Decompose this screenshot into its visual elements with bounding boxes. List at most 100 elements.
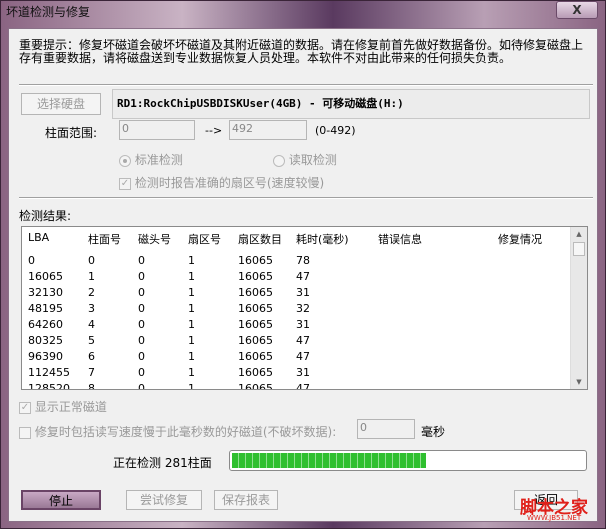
table-cell: 47 — [296, 350, 310, 363]
table-cell: 0 — [138, 334, 145, 347]
range-label: 柱面范围: — [45, 126, 98, 140]
table-cell: 1 — [88, 270, 95, 283]
column-header[interactable]: 耗时(毫秒) — [296, 231, 349, 247]
stop-button[interactable]: 停止 — [21, 490, 101, 510]
table-cell: 0 — [138, 366, 145, 379]
check-icon: ✓ — [119, 177, 131, 190]
table-cell: 1 — [188, 334, 195, 347]
table-cell: 0 — [28, 254, 35, 267]
divider — [19, 197, 593, 199]
exact-sector-checkbox[interactable]: ✓ 检测时报告准确的扇区号(速度较慢) — [119, 174, 324, 191]
range-from-input[interactable]: 0 — [119, 120, 195, 140]
range-to-input[interactable]: 492 — [229, 120, 307, 140]
select-disk-button[interactable]: 选择硬盘 — [21, 93, 101, 115]
table-cell: 78 — [296, 254, 310, 267]
save-report-button[interactable]: 保存报表 — [214, 490, 278, 510]
column-header[interactable]: LBA — [28, 231, 49, 244]
table-cell: 3 — [88, 302, 95, 315]
table-cell: 47 — [296, 270, 310, 283]
table-cell: 16065 — [238, 254, 273, 267]
watermark-url: WWW.JB51.NET — [527, 514, 582, 522]
table-cell: 80325 — [28, 334, 63, 347]
table-cell: 2 — [88, 286, 95, 299]
exact-sector-label: 检测时报告准确的扇区号(速度较慢) — [134, 176, 325, 190]
column-header[interactable]: 扇区号 — [188, 231, 221, 247]
table-cell: 0 — [138, 302, 145, 315]
scrollbar[interactable]: ▲ ▼ — [570, 227, 587, 389]
table-cell: 16065 — [238, 286, 273, 299]
ms-unit: 毫秒 — [421, 425, 446, 439]
table-cell: 16065 — [238, 270, 273, 283]
column-header[interactable]: 磁头号 — [138, 231, 171, 247]
results-label: 检测结果: — [19, 209, 72, 223]
table-cell: 48195 — [28, 302, 63, 315]
table-cell: 16065 — [28, 270, 63, 283]
table-cell: 0 — [138, 318, 145, 331]
radio-icon — [119, 154, 131, 167]
table-cell: 31 — [296, 286, 310, 299]
show-normal-checkbox[interactable]: ✓ 显示正常磁道 — [19, 398, 107, 415]
table-cell: 0 — [138, 350, 145, 363]
range-hint: (0-492) — [315, 124, 356, 137]
radio-read-label: 读取检测 — [288, 153, 337, 167]
table-cell: 1 — [188, 286, 195, 299]
scroll-up-icon[interactable]: ▲ — [571, 230, 587, 238]
column-header[interactable]: 柱面号 — [88, 231, 121, 247]
table-cell: 1 — [188, 270, 195, 283]
close-button[interactable]: X — [556, 1, 598, 19]
table-cell: 16065 — [238, 382, 273, 390]
table-cell: 96390 — [28, 350, 63, 363]
table-cell: 16065 — [238, 318, 273, 331]
table-cell: 32 — [296, 302, 310, 315]
range-arrow: --> — [205, 124, 223, 137]
table-cell: 16065 — [238, 350, 273, 363]
table-cell: 16065 — [238, 366, 273, 379]
table-cell: 7 — [88, 366, 95, 379]
table-cell: 47 — [296, 334, 310, 347]
table-cell: 0 — [138, 286, 145, 299]
results-list[interactable]: LBA 柱面号 磁头号 扇区号 扇区数目 耗时(毫秒) 错误信息 修复情况 0 0 0 1 16065… — [21, 226, 588, 390]
table-cell: 64260 — [28, 318, 63, 331]
include-slow-checkbox[interactable]: 修复时包括读写速度慢于此毫秒数的好磁道(不破坏数据): — [19, 423, 336, 440]
include-slow-label: 修复时包括读写速度慢于此毫秒数的好磁道(不破坏数据): — [34, 425, 337, 439]
progress-status: 正在检测 281柱面 — [113, 456, 212, 470]
table-cell: 16065 — [238, 334, 273, 347]
table-cell: 1 — [188, 302, 195, 315]
table-cell: 31 — [296, 366, 310, 379]
column-header[interactable]: 修复情况 — [498, 231, 542, 247]
column-header[interactable]: 扇区数目 — [238, 231, 282, 247]
checkbox-box — [19, 426, 31, 439]
table-cell: 1 — [188, 318, 195, 331]
table-cell: 112455 — [28, 366, 70, 379]
table-cell: 6 — [88, 350, 95, 363]
table-cell: 32130 — [28, 286, 63, 299]
table-cell: 5 — [88, 334, 95, 347]
try-repair-button[interactable]: 尝试修复 — [126, 490, 202, 510]
table-cell: 47 — [296, 382, 310, 390]
progress-fill — [232, 453, 426, 468]
radio-standard[interactable]: 标准检测 — [119, 151, 183, 168]
table-cell: 1 — [188, 382, 195, 390]
warning-notice: 重要提示：修复坏磁道会破坏坏磁道及其附近磁道的数据。请在修复前首先做好数据备份。… — [19, 38, 584, 65]
selected-disk: RD1:RockChipUSBDISKUser(4GB) - 可移动磁盘(H:) — [112, 89, 590, 119]
window-title: 坏道检测与修复 — [6, 5, 91, 19]
table-cell: 0 — [138, 254, 145, 267]
table-cell: 0 — [138, 270, 145, 283]
table-cell: 0 — [138, 382, 145, 390]
table-cell: 1 — [188, 254, 195, 267]
progress-bar — [229, 450, 587, 471]
column-header[interactable]: 错误信息 — [378, 231, 422, 247]
table-cell: 31 — [296, 318, 310, 331]
table-cell: 4 — [88, 318, 95, 331]
table-cell: 1 — [188, 366, 195, 379]
table-cell: 16065 — [238, 302, 273, 315]
table-cell: 0 — [88, 254, 95, 267]
radio-read[interactable]: 读取检测 — [273, 151, 337, 168]
scroll-down-icon[interactable]: ▼ — [571, 378, 587, 386]
radio-standard-label: 标准检测 — [134, 153, 183, 167]
slow-ms-input[interactable]: 0 — [357, 419, 415, 439]
table-cell: 1 — [188, 350, 195, 363]
scroll-thumb[interactable] — [573, 242, 585, 256]
dialog-body: 重要提示：修复坏磁道会破坏坏磁道及其附近磁道的数据。请在修复前首先做好数据备份。… — [8, 28, 598, 522]
radio-icon — [273, 154, 285, 167]
